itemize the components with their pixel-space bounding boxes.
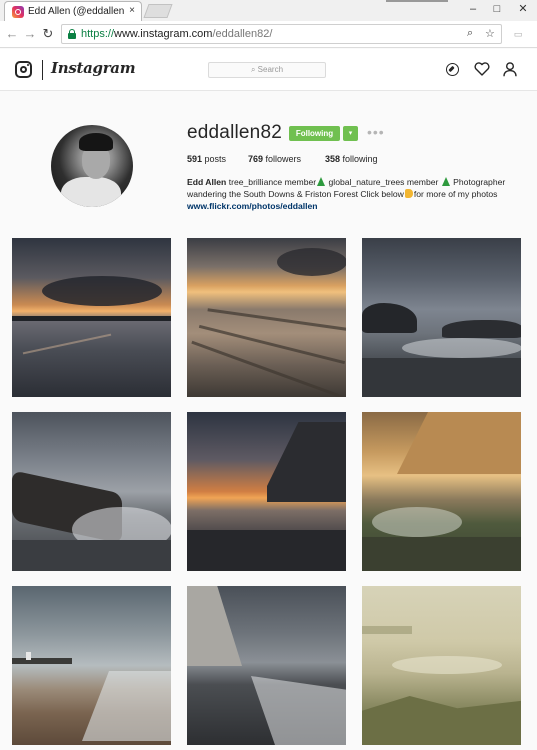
profile-bio: Edd Allen tree_brilliance member global_… <box>187 176 517 212</box>
forward-arrow-icon[interactable]: → <box>23 26 37 42</box>
browser-tab[interactable]: Edd Allen (@eddallen82) × <box>4 1 142 21</box>
bio-text-4: for more of my photos <box>413 189 498 199</box>
following-label: following <box>342 154 378 164</box>
bio-link[interactable]: www.flickr.com/photos/eddallen <box>187 201 318 211</box>
url-host: www.instagram.com <box>114 28 213 40</box>
close-window-icon[interactable]: ✕ <box>512 0 534 18</box>
tree-emoji-icon <box>441 177 450 186</box>
instagram-header: Instagram ⌕ Search <box>0 49 537 91</box>
url-text[interactable]: https://www.instagram.com/eddallen82/ <box>81 28 272 40</box>
posts-count: 591 <box>187 154 203 164</box>
url-path: /eddallen82/ <box>212 28 273 40</box>
minimize-icon[interactable]: ‒ <box>462 0 484 18</box>
following-button[interactable]: Following <box>289 126 340 141</box>
new-tab-button[interactable] <box>143 4 173 18</box>
follow-dropdown-button[interactable]: ▾ <box>343 126 358 141</box>
post-thumbnail[interactable] <box>362 238 521 397</box>
extension-icon[interactable]: ▭ <box>510 26 526 42</box>
followers-label: followers <box>265 154 302 164</box>
lock-icon <box>68 29 76 39</box>
post-thumbnail[interactable] <box>12 586 171 745</box>
url-input[interactable]: https://www.instagram.com/eddallen82/ ⌕ … <box>61 24 502 44</box>
posts-stat: 591 posts <box>187 154 226 164</box>
bio-text-2: global_nature_trees member <box>328 177 439 187</box>
bookmark-star-icon[interactable]: ☆ <box>485 27 495 40</box>
instagram-logo[interactable]: Instagram <box>51 59 136 77</box>
followers-count: 769 <box>248 154 264 164</box>
post-thumbnail[interactable] <box>187 586 346 745</box>
user-icon[interactable] <box>503 62 517 77</box>
browser-tabstrip: Edd Allen (@eddallen82) × ‒ □ ✕ <box>0 0 537 21</box>
address-bar: ← → ↻ https://www.instagram.com/eddallen… <box>0 21 537 48</box>
post-thumbnail[interactable] <box>12 238 171 397</box>
pointing-hand-emoji-icon <box>404 189 413 198</box>
tree-emoji-icon <box>317 177 326 186</box>
post-thumbnail[interactable] <box>362 412 521 571</box>
window-title-indicator <box>386 0 448 2</box>
post-thumbnail[interactable] <box>12 412 171 571</box>
brand-divider <box>42 60 43 80</box>
following-count: 358 <box>325 154 341 164</box>
post-thumbnail[interactable] <box>187 238 346 397</box>
instagram-favicon-icon <box>12 6 24 18</box>
avatar <box>51 125 133 207</box>
search-placeholder: Search <box>257 65 284 74</box>
more-options-button[interactable]: ••• <box>367 124 385 140</box>
following-stat[interactable]: 358 following <box>325 154 378 164</box>
bio-name: Edd Allen <box>187 177 227 187</box>
profile-username: eddallen82 <box>187 122 282 143</box>
post-thumbnail[interactable] <box>362 586 521 745</box>
bio-text-1: tree_brilliance member <box>228 177 317 187</box>
search-icon: ⌕ <box>250 65 256 74</box>
zoom-search-icon[interactable]: ⌕ <box>467 27 473 40</box>
tab-title: Edd Allen (@eddallen82) <box>28 6 124 17</box>
url-scheme: https:// <box>81 28 115 40</box>
heart-icon[interactable] <box>474 62 490 76</box>
reload-icon[interactable]: ↻ <box>41 26 55 42</box>
back-arrow-icon[interactable]: ← <box>5 26 19 42</box>
post-thumbnail[interactable] <box>187 412 346 571</box>
instagram-camera-icon[interactable] <box>15 61 32 78</box>
maximize-icon[interactable]: □ <box>486 0 508 18</box>
posts-label: posts <box>204 154 227 164</box>
search-input[interactable]: ⌕ Search <box>208 62 326 78</box>
close-tab-button[interactable]: × <box>129 5 135 16</box>
compass-icon[interactable] <box>446 63 459 76</box>
followers-stat[interactable]: 769 followers <box>248 154 301 164</box>
